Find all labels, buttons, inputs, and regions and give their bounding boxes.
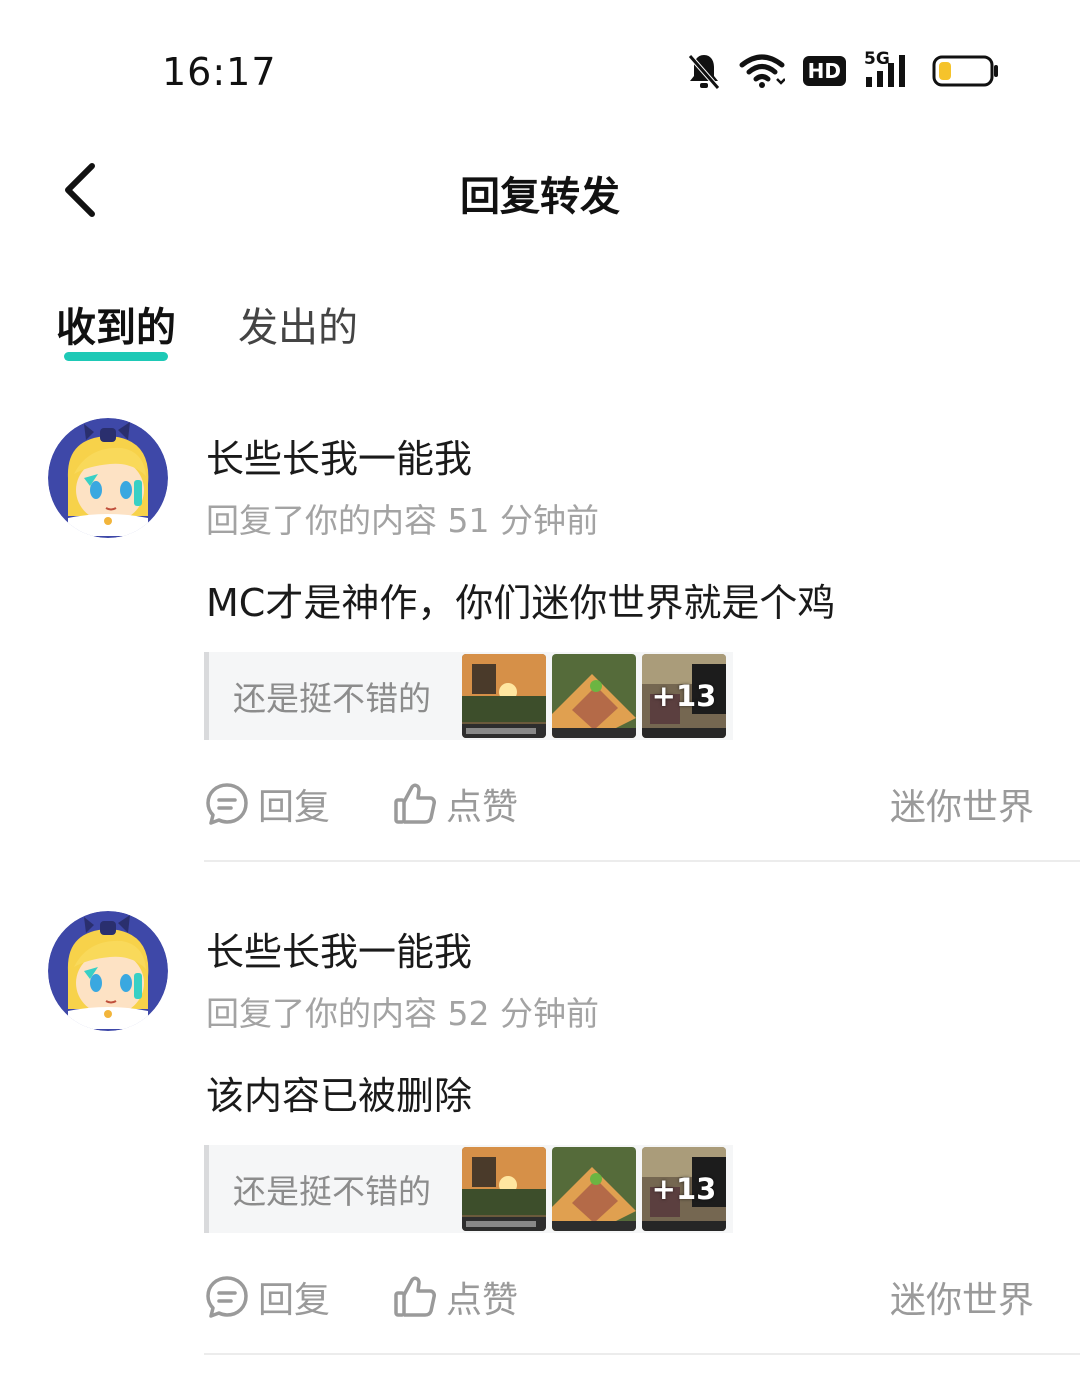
quoted-image-thumbnail[interactable]: [462, 654, 546, 738]
avatar[interactable]: [48, 911, 168, 1031]
reply-label: 回复: [258, 1280, 331, 1321]
source-game-link[interactable]: 迷你世界: [890, 1271, 1034, 1323]
reply-label: 回复: [258, 787, 331, 828]
wifi-icon: [739, 53, 785, 89]
reply-button[interactable]: 回复: [204, 1271, 330, 1323]
status-bar: 16:17 HD 5G: [0, 0, 1080, 140]
quoted-post[interactable]: 还是挺不错的 +13: [204, 652, 733, 740]
cellular-signal-icon: 5G: [864, 49, 914, 89]
quoted-post[interactable]: 还是挺不错的 +13: [204, 1145, 733, 1233]
tab-sent[interactable]: 发出的: [238, 295, 358, 353]
like-label: 点赞: [446, 1280, 519, 1321]
quoted-image-thumbnail-more[interactable]: +13: [642, 654, 726, 738]
battery-icon: [932, 55, 1000, 87]
quoted-post-text: 还是挺不错的: [233, 679, 431, 718]
avatar[interactable]: [48, 418, 168, 538]
source-game-link[interactable]: 迷你世界: [890, 778, 1034, 830]
quoted-post-text: 还是挺不错的: [233, 1172, 431, 1211]
thumbs-up-icon: [394, 783, 436, 824]
hd-label: HD: [807, 59, 841, 83]
tab-received-label: 收到的: [56, 305, 176, 351]
tab-received[interactable]: 收到的: [56, 295, 176, 361]
comment-icon: [206, 783, 248, 825]
quoted-image-thumbnail[interactable]: [552, 1147, 636, 1231]
comment-icon: [206, 1276, 248, 1318]
page-title: 回复转发: [460, 174, 620, 220]
status-time: 16:17: [162, 50, 277, 94]
tab-bar: 收到的 发出的: [56, 295, 358, 361]
like-button[interactable]: 点赞: [392, 1271, 518, 1323]
like-button[interactable]: 点赞: [392, 778, 518, 830]
quoted-image-thumbnail[interactable]: [552, 654, 636, 738]
more-images-count: +13: [642, 654, 726, 738]
status-icons: HD 5G: [687, 49, 1000, 90]
reply-content[interactable]: MC才是神作，你们迷你世界就是个鸡: [206, 572, 835, 627]
user-name[interactable]: 长些长我一能我: [206, 428, 472, 483]
reply-button[interactable]: 回复: [204, 778, 330, 830]
divider: [204, 1353, 1080, 1355]
quoted-image-thumbnail[interactable]: [462, 1147, 546, 1231]
hd-icon: HD: [802, 56, 846, 86]
more-images-count: +13: [642, 1147, 726, 1231]
like-label: 点赞: [446, 787, 519, 828]
active-tab-indicator: [64, 352, 168, 361]
user-name[interactable]: 长些长我一能我: [206, 921, 472, 976]
action-bar: 回复 点赞 迷你世界: [204, 1271, 1034, 1321]
quoted-image-thumbnail-more[interactable]: +13: [642, 1147, 726, 1231]
bell-muted-icon: [687, 52, 721, 90]
divider: [204, 860, 1080, 862]
header-bar: 回复转发: [0, 140, 1080, 240]
thumbs-up-icon: [394, 1276, 436, 1317]
reply-meta: 回复了你的内容 52 分钟前: [206, 994, 599, 1033]
reply-content[interactable]: 该内容已被删除: [206, 1065, 472, 1120]
action-bar: 回复 点赞 迷你世界: [204, 778, 1034, 828]
reply-meta: 回复了你的内容 51 分钟前: [206, 501, 599, 540]
tab-sent-label: 发出的: [238, 305, 358, 351]
